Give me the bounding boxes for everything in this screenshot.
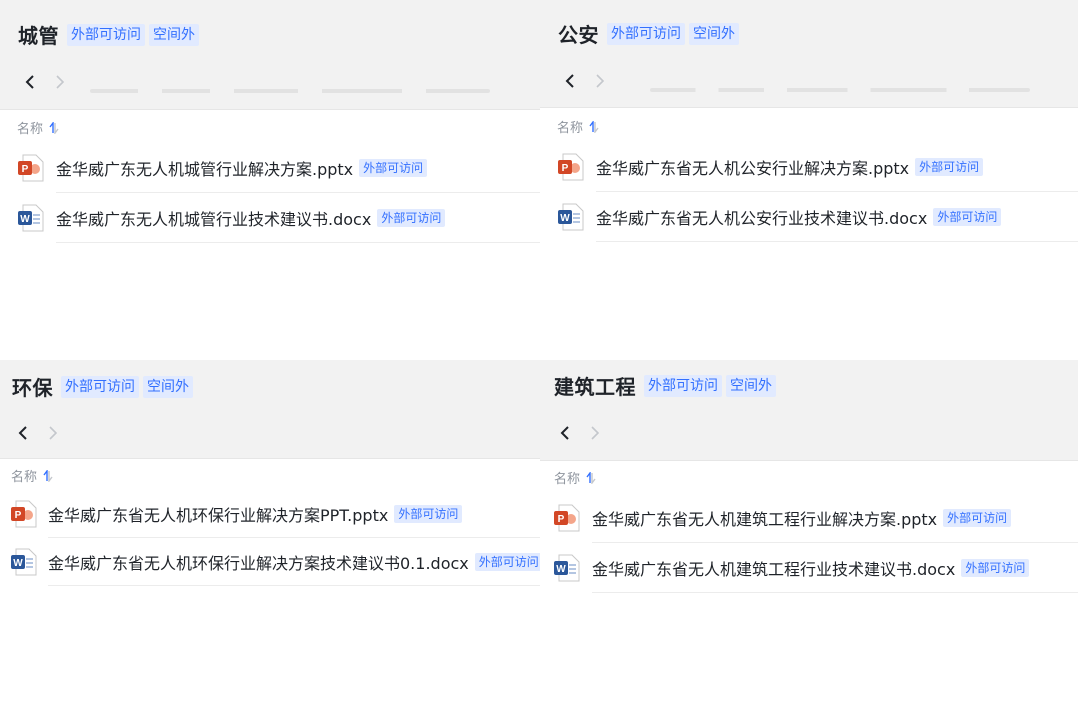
column-header-name[interactable]: 名称 (11, 466, 53, 485)
file-name[interactable]: 金华威广东无人机城管行业技术建议书.docx (56, 206, 371, 230)
truncated-breadcrumb (650, 88, 1030, 92)
external-access-tag: 外部可访问 (359, 158, 428, 177)
word-file-icon: W (17, 204, 45, 232)
file-row[interactable]: 金华威广东省无人机公安行业技术建议书.docx 外部可访问 (596, 192, 1078, 242)
file-row[interactable]: 金华威广东省无人机建筑工程行业技术建议书.docx 外部可访问 (592, 543, 1078, 593)
external-access-tag: 外部可访问 (943, 508, 1012, 527)
external-access-tag: 外部可访问 (607, 22, 685, 45)
folder-panel-chengguan: 城管 外部可访问 空间外 名称 金华威广东无人机城管行业解决方案.pptx 外部… (0, 0, 540, 360)
file-row[interactable]: 金华威广东省无人机环保行业解决方案技术建议书0.1.docx 外部可访问 (48, 538, 540, 586)
external-access-tag: 外部可访问 (933, 207, 1002, 226)
file-row[interactable]: 金华威广东省无人机环保行业解决方案PPT.pptx 外部可访问 (48, 490, 540, 538)
folder-panel-gongan: 公安 外部可访问 空间外 名称 金华威广东省无人机公安行业解决方案.pptx 外… (540, 0, 1078, 360)
powerpoint-file-icon: P (17, 154, 45, 182)
column-header-label: 名称 (17, 122, 44, 137)
column-header-name[interactable]: 名称 (557, 117, 599, 136)
column-header-name[interactable]: 名称 (17, 118, 59, 137)
file-name[interactable]: 金华威广东省无人机建筑工程行业解决方案.pptx (592, 506, 937, 530)
column-header-label: 名称 (557, 121, 584, 136)
folder-panel-huanbao: 环保 外部可访问 空间外 名称 金华威广东省无人机环保行业解决方案PPT.ppt… (0, 360, 540, 723)
external-access-tag: 外部可访问 (915, 157, 984, 176)
sort-icon[interactable] (586, 470, 596, 485)
chevron-left-icon[interactable] (22, 74, 38, 90)
folder-title: 公安 (558, 23, 599, 47)
title-row: 公安 外部可访问 空间外 (558, 19, 739, 48)
svg-text:P: P (562, 163, 569, 174)
svg-text:W: W (20, 214, 30, 225)
external-access-tag: 外部可访问 (961, 558, 1030, 577)
file-row[interactable]: 金华威广东无人机城管行业解决方案.pptx 外部可访问 (56, 143, 540, 193)
outside-space-tag: 空间外 (143, 375, 193, 398)
svg-text:W: W (556, 564, 566, 575)
truncated-breadcrumb (90, 89, 490, 93)
outside-space-tag: 空间外 (726, 374, 776, 397)
folder-header: 城管 外部可访问 空间外 (0, 0, 540, 110)
svg-text:P: P (22, 164, 29, 175)
nav-arrows (15, 425, 61, 441)
title-row: 建筑工程 外部可访问 空间外 (554, 371, 776, 400)
folder-title: 环保 (12, 376, 53, 400)
chevron-right-icon[interactable] (587, 425, 603, 441)
folder-header: 公安 外部可访问 空间外 (540, 0, 1078, 108)
chevron-left-icon[interactable] (15, 425, 31, 441)
four-folder-grid: 城管 外部可访问 空间外 名称 金华威广东无人机城管行业解决方案.pptx 外部… (0, 0, 1078, 723)
title-row: 城管 外部可访问 空间外 (18, 20, 199, 49)
chevron-right-icon[interactable] (52, 74, 68, 90)
external-access-tag: 外部可访问 (394, 504, 463, 523)
svg-text:W: W (560, 213, 570, 224)
outside-space-tag: 空间外 (689, 22, 739, 45)
sort-icon[interactable] (43, 468, 53, 483)
sort-icon[interactable] (589, 119, 599, 134)
word-file-icon: W (557, 203, 585, 231)
column-header-label: 名称 (554, 472, 581, 487)
nav-arrows (562, 73, 608, 89)
word-file-icon: W (10, 548, 38, 576)
column-header-name[interactable]: 名称 (554, 468, 596, 487)
nav-arrows (557, 425, 603, 441)
title-row: 环保 外部可访问 空间外 (12, 372, 193, 401)
folder-panel-jianzhu: 建筑工程 外部可访问 空间外 名称 金华威广东省无人机建筑工程行业解决方案.pp… (540, 360, 1078, 723)
sort-icon[interactable] (49, 120, 59, 135)
powerpoint-file-icon: P (10, 500, 38, 528)
column-header-label: 名称 (11, 470, 38, 485)
file-name[interactable]: 金华威广东省无人机建筑工程行业技术建议书.docx (592, 556, 955, 580)
file-row[interactable]: 金华威广东省无人机公安行业解决方案.pptx 外部可访问 (596, 142, 1078, 192)
external-access-tag: 外部可访问 (474, 552, 540, 571)
file-name[interactable]: 金华威广东无人机城管行业解决方案.pptx (56, 156, 353, 180)
folder-title: 建筑工程 (554, 375, 636, 399)
external-access-tag: 外部可访问 (377, 208, 446, 227)
word-file-icon: W (553, 554, 581, 582)
external-access-tag: 外部可访问 (67, 23, 145, 46)
chevron-right-icon[interactable] (592, 73, 608, 89)
file-row[interactable]: 金华威广东无人机城管行业技术建议书.docx 外部可访问 (56, 193, 540, 243)
powerpoint-file-icon: P (553, 504, 581, 532)
chevron-left-icon[interactable] (562, 73, 578, 89)
external-access-tag: 外部可访问 (61, 375, 139, 398)
file-name[interactable]: 金华威广东省无人机环保行业解决方案技术建议书0.1.docx (48, 550, 469, 574)
nav-arrows (22, 74, 68, 90)
svg-text:P: P (15, 510, 22, 521)
folder-title: 城管 (18, 24, 59, 48)
file-name[interactable]: 金华威广东省无人机环保行业解决方案PPT.pptx (48, 502, 388, 526)
chevron-right-icon[interactable] (45, 425, 61, 441)
outside-space-tag: 空间外 (149, 23, 199, 46)
svg-text:W: W (13, 558, 23, 569)
file-name[interactable]: 金华威广东省无人机公安行业技术建议书.docx (596, 205, 927, 229)
file-row[interactable]: 金华威广东省无人机建筑工程行业解决方案.pptx 外部可访问 (592, 493, 1078, 543)
external-access-tag: 外部可访问 (644, 374, 722, 397)
chevron-left-icon[interactable] (557, 425, 573, 441)
folder-header: 环保 外部可访问 空间外 (0, 360, 540, 459)
file-name[interactable]: 金华威广东省无人机公安行业解决方案.pptx (596, 155, 909, 179)
folder-header: 建筑工程 外部可访问 空间外 (540, 360, 1078, 461)
svg-text:P: P (558, 514, 565, 525)
powerpoint-file-icon: P (557, 153, 585, 181)
